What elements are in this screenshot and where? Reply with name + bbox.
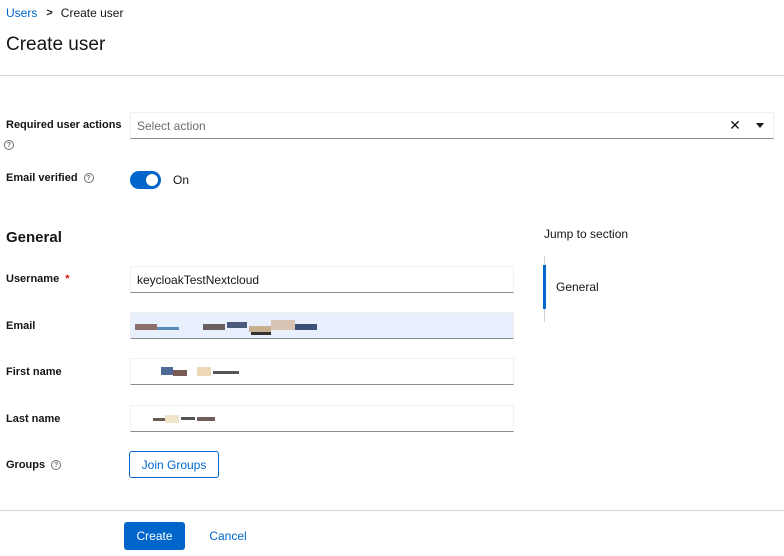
first-name-label: First name [6,366,62,378]
groups-label-text: Groups [6,459,46,471]
required-actions-placeholder: Select action [137,118,206,133]
redacted-block [251,332,271,335]
username-value: keycloakTestNextcloud [137,272,260,287]
redacted-block [197,417,215,421]
username-label: Username * [6,273,69,285]
redacted-block [197,367,211,376]
redacted-block [271,320,295,330]
groups-label: Groups ? [6,459,62,471]
last-name-input[interactable] [130,405,514,432]
breadcrumb-separator-icon: > [46,7,53,19]
redacted-block [213,371,239,374]
footer-divider [0,510,784,511]
redacted-block [173,370,187,376]
jump-nav-item-general[interactable]: General [556,280,599,294]
email-verified-toggle[interactable] [130,171,161,189]
redacted-block [135,324,157,330]
help-icon[interactable]: ? [83,173,94,183]
toggle-knob [146,174,158,186]
last-name-label: Last name [6,413,60,425]
redacted-block [157,327,179,330]
required-mark: * [65,273,70,285]
email-label-text: Email [6,320,36,332]
page-title: Create user [6,34,106,55]
required-actions-select[interactable]: Select action ✕ [130,112,774,139]
required-actions-label: Required user actions [6,119,122,131]
email-label: Email [6,320,35,332]
jump-to-section-title: Jump to section [544,227,629,241]
email-verified-label: Email verified ? [6,172,94,184]
redacted-block [227,322,247,328]
email-verified-label-text: Email verified [6,172,78,184]
breadcrumb-current: Create user [60,6,124,20]
redacted-block [203,324,225,330]
first-name-label-text: First name [6,366,62,378]
jump-nav-active-indicator [543,265,546,309]
required-actions-label-text: Required user actions [6,119,122,131]
redacted-block [161,367,173,375]
redacted-block [153,418,165,421]
email-verified-state: On [173,173,190,187]
section-title-general: General [6,229,62,246]
redacted-block [181,417,195,420]
breadcrumb: Users > Create user [6,6,123,20]
create-button[interactable]: Create [124,522,185,550]
username-input[interactable]: keycloakTestNextcloud [130,266,514,293]
redacted-block [165,415,179,423]
email-input[interactable] [130,312,514,339]
last-name-label-text: Last name [6,413,61,425]
help-icon[interactable]: ? [4,140,14,150]
redacted-block [295,324,317,330]
breadcrumb-link-users[interactable]: Users [6,6,37,20]
caret-down-icon[interactable] [747,123,773,128]
help-icon[interactable]: ? [51,460,62,470]
close-icon[interactable]: ✕ [723,117,747,134]
first-name-input[interactable] [130,358,514,385]
cancel-button[interactable]: Cancel [199,522,257,550]
join-groups-button[interactable]: Join Groups [129,451,219,478]
header-divider [0,75,784,76]
username-label-text: Username [6,273,60,285]
